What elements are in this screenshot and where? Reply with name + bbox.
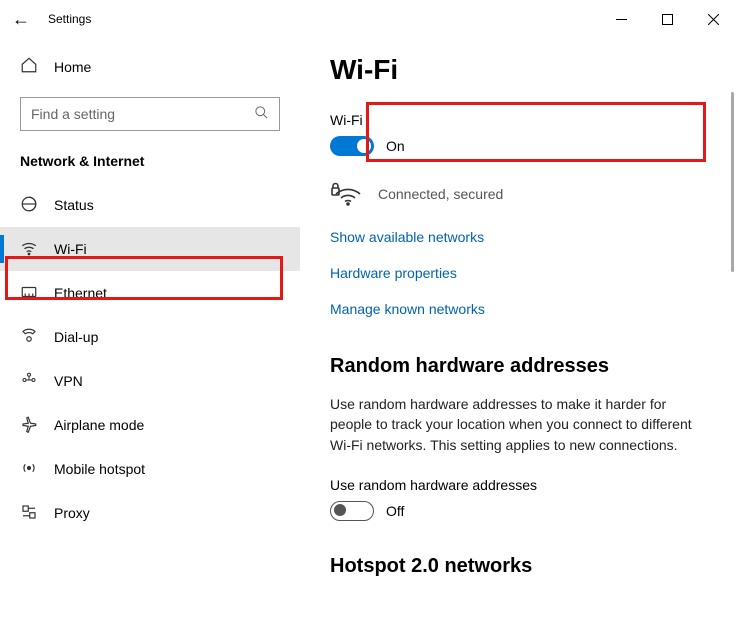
scrollbar[interactable] <box>731 92 734 272</box>
hotspot-icon <box>20 459 38 480</box>
home-icon <box>20 56 38 77</box>
sidebar-item-label: Airplane mode <box>54 417 144 433</box>
sidebar-item-label: Status <box>54 197 94 213</box>
vpn-icon <box>20 371 38 392</box>
minimize-button[interactable] <box>598 3 644 35</box>
hotspot-heading: Hotspot 2.0 networks <box>330 555 706 578</box>
sidebar-home[interactable]: Home <box>0 46 300 87</box>
sidebar-item-label: Mobile hotspot <box>54 461 145 477</box>
sidebar-item-hotspot[interactable]: Mobile hotspot <box>0 447 300 491</box>
sidebar-home-label: Home <box>54 59 91 75</box>
sidebar-item-dialup[interactable]: Dial-up <box>0 315 300 359</box>
wifi-icon <box>20 239 38 260</box>
sidebar-item-wifi[interactable]: Wi-Fi <box>0 227 300 271</box>
maximize-button[interactable] <box>644 3 690 35</box>
window-title: Settings <box>48 12 91 26</box>
content-pane: Wi-Fi Wi-Fi On Connected, secured Show a… <box>300 38 736 631</box>
sidebar-item-status[interactable]: Status <box>0 183 300 227</box>
sidebar-section-label: Network & Internet <box>0 147 300 183</box>
status-icon <box>20 195 38 216</box>
dialup-icon <box>20 327 38 348</box>
sidebar-item-label: Wi-Fi <box>54 241 87 257</box>
sidebar-item-label: Proxy <box>54 505 90 521</box>
page-title: Wi-Fi <box>330 54 706 86</box>
search-placeholder: Find a setting <box>31 106 115 122</box>
link-show-networks[interactable]: Show available networks <box>330 229 706 245</box>
search-icon <box>254 105 269 123</box>
random-hw-toggle-state: Off <box>386 503 404 519</box>
back-button[interactable]: ← <box>12 9 30 30</box>
link-hardware-properties[interactable]: Hardware properties <box>330 265 706 281</box>
proxy-icon <box>20 503 38 524</box>
wifi-secured-icon <box>330 178 362 209</box>
sidebar-item-label: Dial-up <box>54 329 98 345</box>
airplane-icon <box>20 415 38 436</box>
connection-status: Connected, secured <box>378 186 503 202</box>
sidebar-item-proxy[interactable]: Proxy <box>0 491 300 535</box>
close-button[interactable] <box>690 3 736 35</box>
ethernet-icon <box>20 283 38 304</box>
sidebar-item-label: Ethernet <box>54 285 107 301</box>
sidebar: Home Find a setting Network & Internet S… <box>0 38 300 631</box>
search-input[interactable]: Find a setting <box>20 97 280 131</box>
sidebar-item-airplane[interactable]: Airplane mode <box>0 403 300 447</box>
sidebar-item-ethernet[interactable]: Ethernet <box>0 271 300 315</box>
sidebar-item-label: VPN <box>54 373 83 389</box>
random-hw-heading: Random hardware addresses <box>330 355 706 378</box>
random-hw-toggle-label: Use random hardware addresses <box>330 477 706 493</box>
wifi-toggle-label: Wi-Fi <box>330 112 706 128</box>
sidebar-item-vpn[interactable]: VPN <box>0 359 300 403</box>
wifi-toggle[interactable] <box>330 136 374 156</box>
random-hw-toggle[interactable] <box>330 501 374 521</box>
link-manage-known[interactable]: Manage known networks <box>330 301 706 317</box>
wifi-toggle-state: On <box>386 138 405 154</box>
random-hw-body: Use random hardware addresses to make it… <box>330 394 706 455</box>
